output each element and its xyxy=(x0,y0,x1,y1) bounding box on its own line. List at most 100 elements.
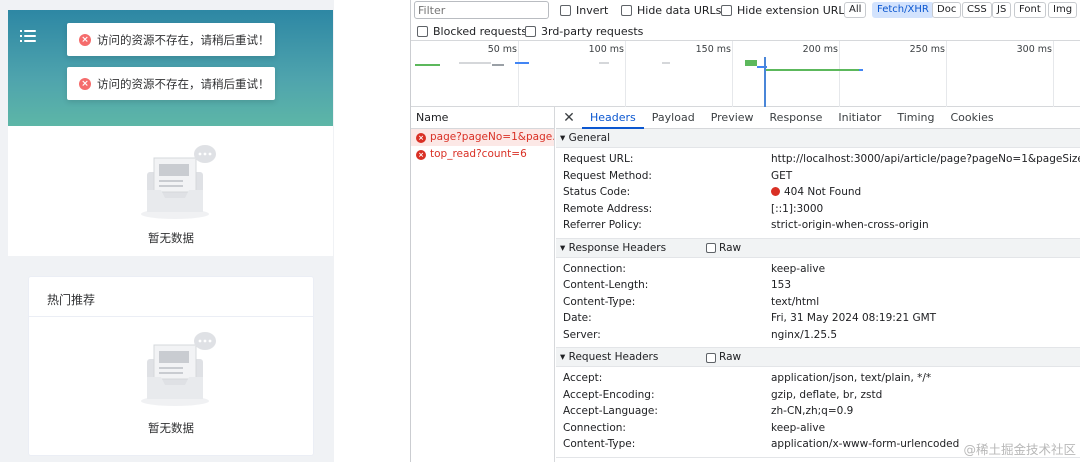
request-row[interactable]: × top_read?count=6 xyxy=(411,146,554,163)
hide-data-urls-label: Hide data URLs xyxy=(637,4,722,17)
screenshot: × 访问的资源不存在，请稍后重试！ × 访问的资源不存在，请稍后重试！ 暂无数据 xyxy=(0,0,1080,462)
tab-initiator[interactable]: Initiator xyxy=(830,107,889,129)
invert-checkbox[interactable]: Invert xyxy=(560,4,608,17)
timeline-gridline xyxy=(625,41,626,107)
timeline-bar xyxy=(492,64,504,66)
request-name: top_read?count=6 xyxy=(430,148,527,160)
section-response-headers-header[interactable]: ▾ Response Headers Raw xyxy=(556,238,1080,258)
header-value: application/x-www-form-urlencoded xyxy=(771,438,960,450)
header-value: keep-alive xyxy=(771,421,826,434)
header-value: http://localhost:3000/api/article/page?p… xyxy=(771,153,1080,165)
empty-text: 暂无数据 xyxy=(148,421,194,435)
timeline-bar xyxy=(745,60,757,66)
type-filter-css[interactable]: CSS xyxy=(962,2,992,18)
header-row: Server: nginx/1.25.5 xyxy=(556,327,1080,344)
timeline-tick-label: 200 ms xyxy=(802,44,838,55)
header-key: Request Method: xyxy=(563,169,652,182)
header-value: 153 xyxy=(771,279,792,291)
raw-checkbox[interactable]: Raw xyxy=(706,348,741,367)
header-key: Content-Length: xyxy=(563,279,649,291)
timeline-tick-label: 100 ms xyxy=(588,44,624,55)
header-key: Connection: xyxy=(563,262,626,275)
type-filter-font[interactable]: Font xyxy=(1014,2,1046,18)
section-response-headers: Connection: keep-alive Content-Length: 153… xyxy=(556,258,1080,348)
type-filter-fetch-xhr[interactable]: Fetch/XHR xyxy=(872,2,934,18)
close-icon[interactable]: ✕ xyxy=(556,110,582,126)
timeline-bar xyxy=(764,69,859,71)
error-toast: × 访问的资源不存在，请稍后重试！ xyxy=(67,23,275,56)
section-general: Request URL: http://localhost:3000/api/ar… xyxy=(556,148,1080,239)
header-key: Accept-Encoding: xyxy=(563,388,655,401)
header-row: Remote Address: [::1]:3000 xyxy=(556,201,1080,218)
header-row: Date: Fri, 31 May 2024 08:19:21 GMT xyxy=(556,310,1080,327)
tab-headers[interactable]: Headers xyxy=(582,107,644,129)
header-key: Remote Address: xyxy=(563,202,653,215)
tab-payload[interactable]: Payload xyxy=(644,107,703,129)
third-party-label: 3rd-party requests xyxy=(541,25,644,38)
timeline-bar xyxy=(662,62,670,64)
raw-label: Raw xyxy=(719,351,742,363)
header-value: zh-CN,zh;q=0.9 xyxy=(771,405,854,417)
header-value: nginx/1.25.5 xyxy=(771,328,838,341)
header-key: Connection: xyxy=(563,421,626,434)
section-general-header[interactable]: ▾ General xyxy=(556,129,1080,148)
header-key: Accept: xyxy=(563,372,603,384)
hide-data-urls-checkbox[interactable]: Hide data URLs xyxy=(621,4,721,17)
header-value: application/json, text/plain, */* xyxy=(771,372,932,384)
toast-message: 访问的资源不存在，请稍后重试！ xyxy=(97,32,270,47)
triangle-down-icon: ▾ xyxy=(560,132,566,144)
header-row: Content-Type: text/html xyxy=(556,294,1080,311)
tab-timing[interactable]: Timing xyxy=(889,107,942,129)
column-header-name[interactable]: Name xyxy=(411,107,554,129)
timeline-bar xyxy=(859,69,863,71)
timeline-gridline xyxy=(839,41,840,107)
web-app: × 访问的资源不存在，请稍后重试！ × 访问的资源不存在，请稍后重试！ 暂无数据 xyxy=(0,0,334,462)
section-title: Response Headers xyxy=(568,241,667,254)
hot-recommend-title: 热门推荐 xyxy=(47,293,96,307)
error-icon: × xyxy=(416,149,426,160)
timeline-overview[interactable]: 50 ms 100 ms 150 ms 200 ms 250 ms 300 ms xyxy=(411,41,1080,107)
header-row: Accept-Encoding: gzip, deflate, br, zstd xyxy=(556,387,1080,404)
header-value: strict-origin-when-cross-origin xyxy=(771,219,929,231)
section-request-headers-header[interactable]: ▾ Request Headers Raw xyxy=(556,348,1080,367)
divider xyxy=(29,316,313,317)
tab-preview[interactable]: Preview xyxy=(703,107,762,129)
type-filter-js[interactable]: JS xyxy=(992,2,1012,18)
error-icon: × xyxy=(79,77,91,90)
header-row: Referrer Policy: strict-origin-when-cross… xyxy=(556,217,1080,234)
hide-extension-urls-checkbox[interactable]: Hide extension URLs xyxy=(721,4,850,17)
header-value: text/html xyxy=(771,295,820,308)
header-row: Connection: keep-alive xyxy=(556,420,1080,437)
timeline-bar xyxy=(515,62,529,64)
blocked-requests-checkbox[interactable]: Blocked requests xyxy=(417,25,527,38)
triangle-down-icon: ▾ xyxy=(560,351,566,363)
raw-label: Raw xyxy=(719,241,742,254)
header-value: keep-alive xyxy=(771,262,826,275)
status-value: 404 Not Found xyxy=(771,184,861,201)
timeline-tick-label: 250 ms xyxy=(909,44,945,55)
menu-icon[interactable] xyxy=(20,30,36,42)
timeline-bar xyxy=(599,62,609,64)
header-value: [::1]:3000 xyxy=(771,202,824,215)
third-party-checkbox[interactable]: 3rd-party requests xyxy=(525,25,643,38)
request-details: ✕ Headers Payload Preview Response Initi… xyxy=(556,107,1080,462)
filter-input[interactable] xyxy=(414,1,549,19)
timeline-gridline xyxy=(946,41,947,107)
timeline-gridline xyxy=(732,41,733,107)
tab-response[interactable]: Response xyxy=(762,107,831,129)
type-filter-img[interactable]: Img xyxy=(1048,2,1078,18)
header-row: Connection: keep-alive xyxy=(556,261,1080,278)
timeline-tick-label: 150 ms xyxy=(695,44,731,55)
tab-cookies[interactable]: Cookies xyxy=(943,107,1002,129)
request-row[interactable]: × page?pageNo=1&page... xyxy=(411,129,554,146)
type-filter-doc[interactable]: Doc xyxy=(932,2,962,18)
type-filter-all[interactable]: All xyxy=(844,2,867,18)
status-dot-icon xyxy=(771,187,780,196)
header-value: gzip, deflate, br, zstd xyxy=(771,388,883,401)
header-row: Accept-Language: zh-CN,zh;q=0.9 xyxy=(556,403,1080,420)
hot-recommend-card: 热门推荐 暂无数据 xyxy=(28,276,314,456)
raw-checkbox[interactable]: Raw xyxy=(706,239,741,258)
timeline-tick-label: 300 ms xyxy=(1016,44,1052,55)
header-row: Accept: application/json, text/plain, */* xyxy=(556,370,1080,387)
request-name: page?pageNo=1&page... xyxy=(430,131,554,143)
